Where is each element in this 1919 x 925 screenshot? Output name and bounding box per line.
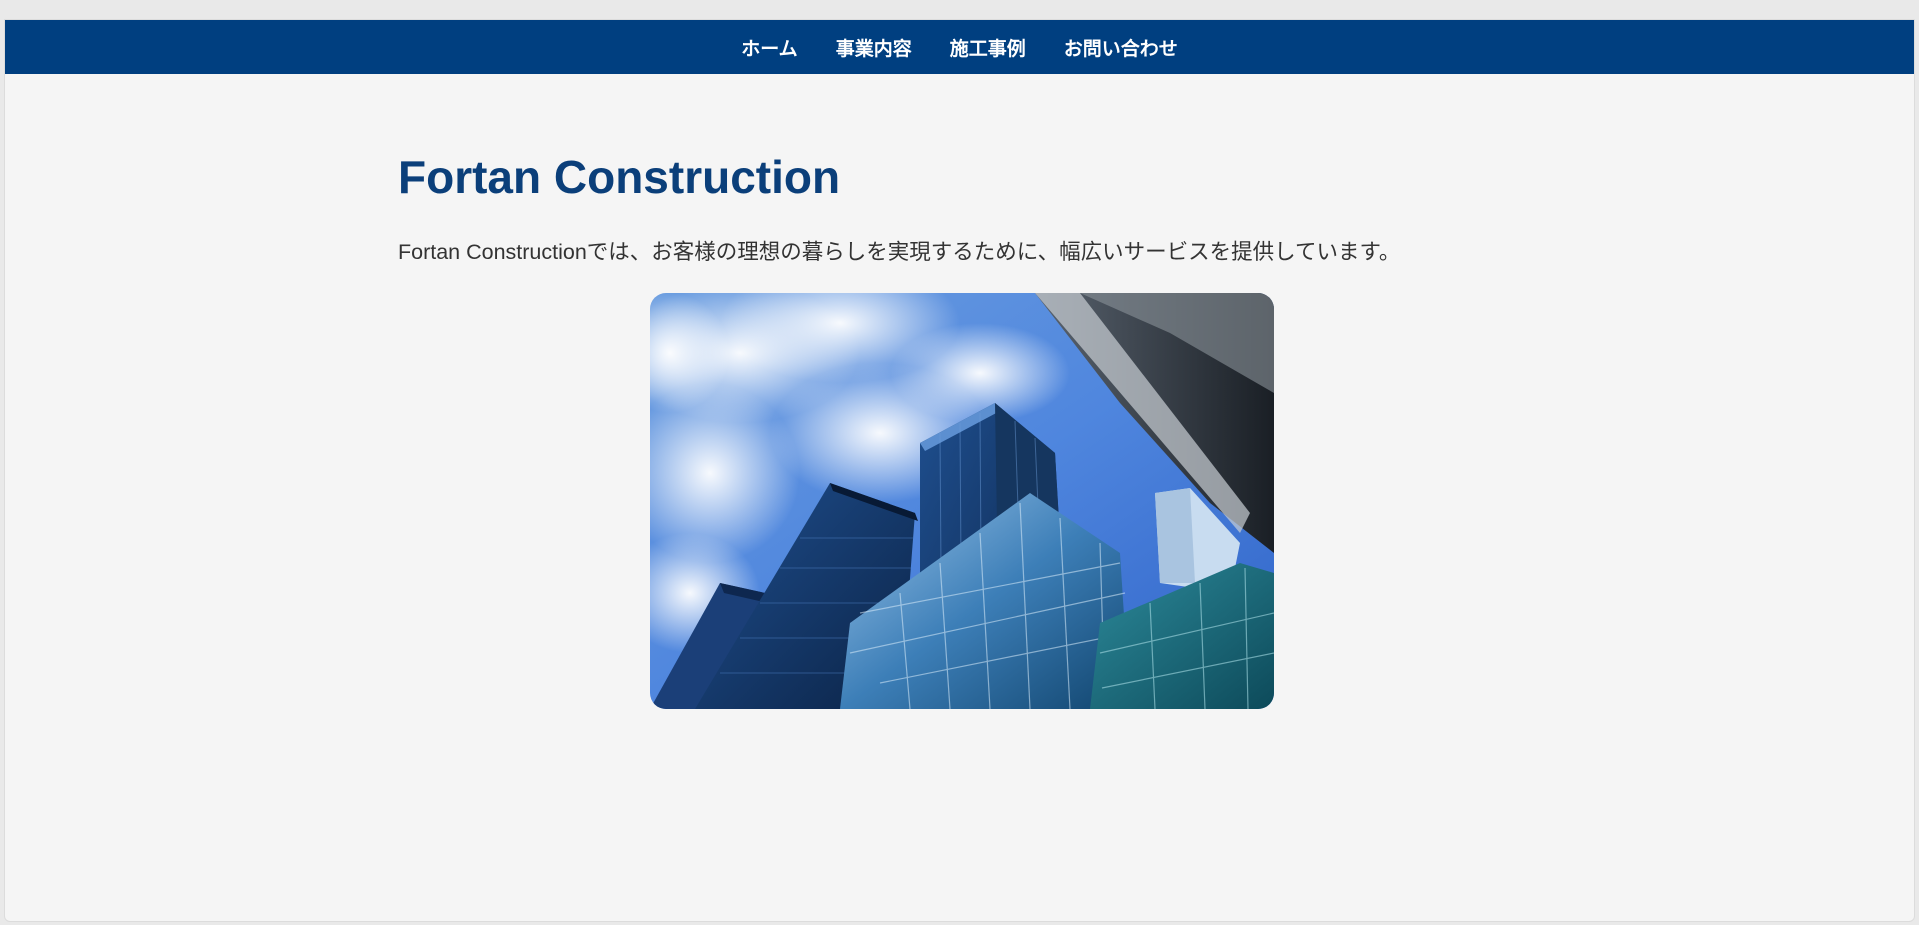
skyscrapers-photo-icon <box>650 293 1274 709</box>
page-title: Fortan Construction <box>398 151 841 203</box>
intro-text: Fortan Constructionでは、お客様の理想の暮らしを実現するために… <box>398 240 1401 264</box>
nav-link-works[interactable]: 施工事例 <box>950 34 1026 61</box>
top-navigation: ホーム 事業内容 施工事例 お問い合わせ <box>5 20 1914 74</box>
nav-link-services[interactable]: 事業内容 <box>836 34 912 61</box>
browser-viewport: ホーム 事業内容 施工事例 お問い合わせ Fortan Construction… <box>4 19 1915 922</box>
nav-link-home[interactable]: ホーム <box>741 34 797 61</box>
nav-link-contact[interactable]: お問い合わせ <box>1064 34 1178 61</box>
hero-image <box>650 293 1274 709</box>
